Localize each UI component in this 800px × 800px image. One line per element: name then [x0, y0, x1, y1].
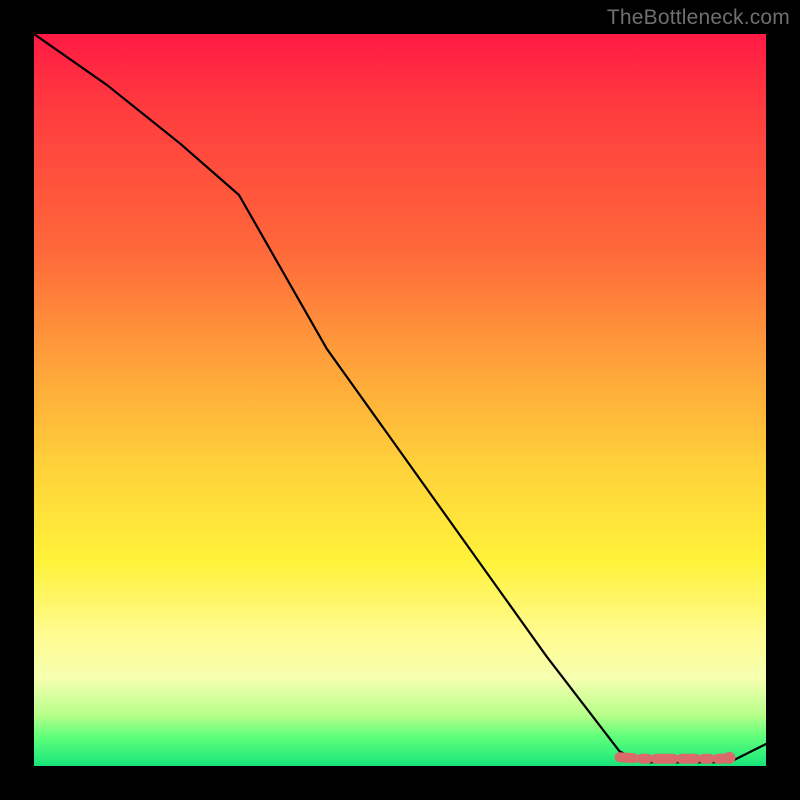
marker-band [620, 757, 730, 759]
chart-overlay [34, 34, 766, 766]
curve-line [34, 34, 766, 762]
watermark-text: TheBottleneck.com [607, 6, 790, 30]
marker-dot [723, 752, 735, 764]
chart-frame: TheBottleneck.com [0, 0, 800, 800]
plot-area [34, 34, 766, 766]
